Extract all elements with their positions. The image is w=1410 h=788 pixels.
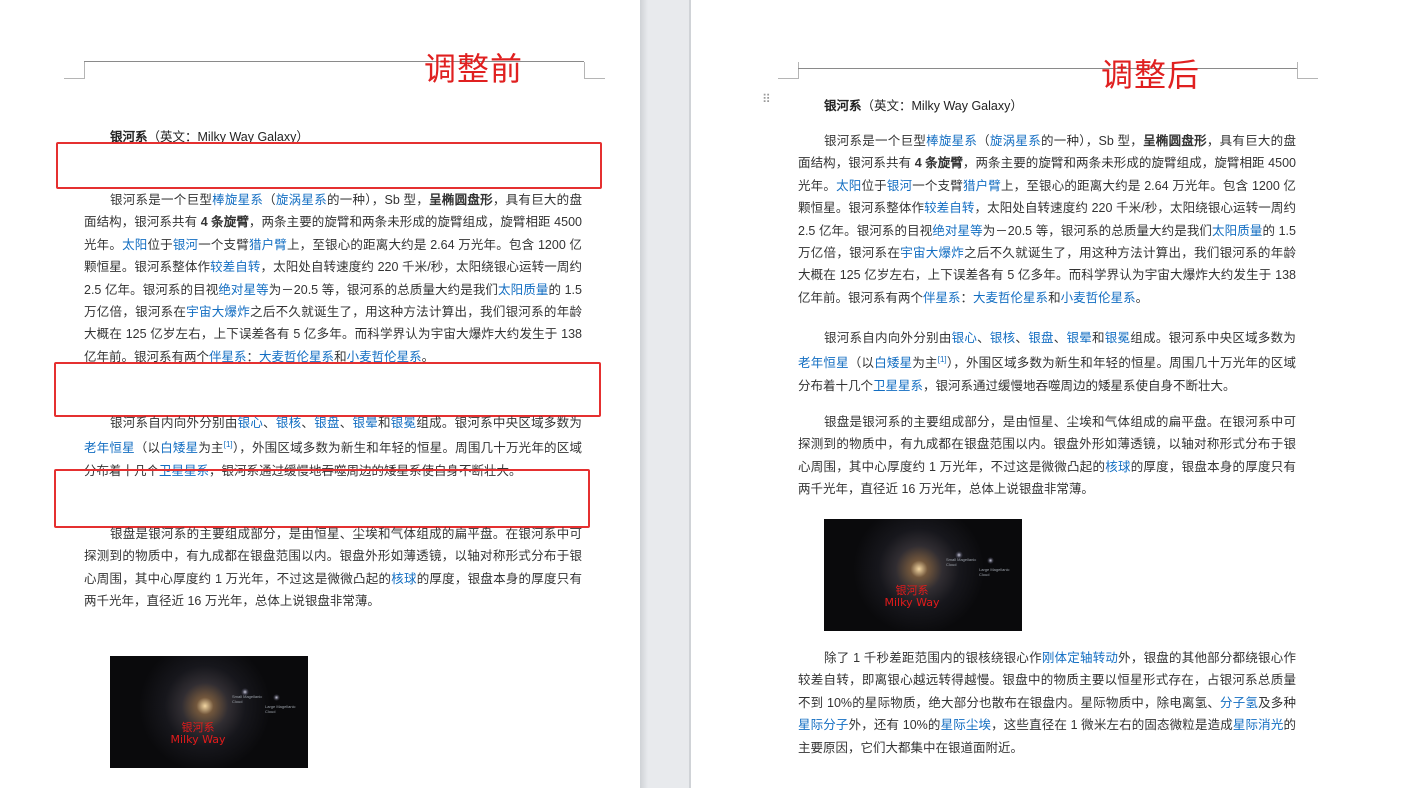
- page-separator: [640, 0, 691, 788]
- citation-superscript[interactable]: [1]: [224, 440, 233, 449]
- paragraph-1-r[interactable]: 银河系是一个巨型棒旋星系（旋涡星系的一种），Sb 型，呈椭圆盘形，具有巨大的盘面…: [798, 130, 1296, 309]
- hyperlink[interactable]: 小麦哲伦星系: [1061, 291, 1136, 305]
- drag-handle-icon[interactable]: ⠿: [762, 93, 771, 110]
- hyperlink[interactable]: 银心: [238, 416, 264, 430]
- highlight-box-3: [54, 469, 590, 528]
- label-before: 调整前: [424, 50, 524, 88]
- galaxy-image[interactable]: Small Magellanic Cloud Large Magellanic …: [110, 656, 308, 768]
- hyperlink[interactable]: 核球: [1105, 460, 1130, 474]
- hyperlink[interactable]: 星际尘埃: [941, 718, 992, 732]
- hyperlink[interactable]: 星际消光: [1233, 718, 1284, 732]
- hyperlink[interactable]: 银河: [887, 179, 912, 193]
- hyperlink[interactable]: 旋涡星系: [276, 193, 327, 207]
- hyperlink[interactable]: 银盘: [1028, 331, 1054, 345]
- hyperlink[interactable]: 太阳: [122, 238, 147, 252]
- magellanic-cloud-large: [273, 694, 280, 701]
- hyperlink[interactable]: 太阳质量: [498, 283, 548, 297]
- hyperlink[interactable]: 太阳: [836, 179, 861, 193]
- hyperlink[interactable]: 旋涡星系: [990, 134, 1041, 148]
- hyperlink[interactable]: 星际分子: [798, 718, 849, 732]
- bold-text: 4 条旋臂: [200, 215, 249, 230]
- paragraph-3-r[interactable]: 银盘是银河系的主要组成部分，是由恒星、尘埃和气体组成的扁平盘。在银河系中可探测到…: [798, 411, 1296, 501]
- paragraph-1[interactable]: 银河系是一个巨型棒旋星系（旋涡星系的一种），Sb 型，呈椭圆盘形，具有巨大的盘面…: [84, 189, 582, 368]
- highlight-box-2: [54, 362, 601, 417]
- hyperlink[interactable]: 银晕: [352, 416, 378, 430]
- margin-corner-top-left: [64, 62, 85, 79]
- hyperlink[interactable]: 卫星星系: [873, 379, 923, 393]
- margin-corner-top-right-r: [1297, 62, 1318, 79]
- hyperlink[interactable]: 银晕: [1066, 331, 1092, 345]
- hyperlink[interactable]: 猎户臂: [963, 179, 1001, 193]
- header-line-r: [798, 68, 1297, 69]
- image-caption-en: Milky Way: [170, 733, 226, 746]
- hyperlink[interactable]: 宇宙大爆炸: [900, 246, 964, 260]
- image-tiny-label-1: Small Magellanic Cloud: [232, 694, 263, 704]
- hyperlink[interactable]: 白矮星: [160, 442, 198, 456]
- hyperlink[interactable]: 太阳质量: [1212, 224, 1262, 238]
- image-tiny-label-1-r: Small Magellanic Cloud: [946, 557, 977, 567]
- galaxy-image-r[interactable]: Small Magellanic Cloud Large Magellanic …: [824, 519, 1022, 631]
- hyperlink[interactable]: 银核: [990, 331, 1016, 345]
- hyperlink[interactable]: 分子氢: [1220, 696, 1258, 710]
- hyperlink[interactable]: 银冕: [391, 416, 417, 430]
- hyperlink[interactable]: 棒旋星系: [212, 193, 263, 207]
- image-caption-en-r: Milky Way: [884, 596, 940, 609]
- paragraph-4-r[interactable]: 除了 1 千秒差距范围内的银核绕银心作刚体定轴转动外，银盘的其他部分都绕银心作较…: [798, 647, 1296, 759]
- hyperlink[interactable]: 银心: [952, 331, 978, 345]
- paragraph-3[interactable]: 银盘是银河系的主要组成部分，是由恒星、尘埃和气体组成的扁平盘。在银河系中可探测到…: [84, 523, 582, 613]
- hyperlink[interactable]: 伴星系: [923, 291, 961, 305]
- doc-heading-r[interactable]: 银河系（英文：Milky Way Galaxy）: [824, 95, 1023, 114]
- hyperlink[interactable]: 绝对星等: [218, 283, 268, 297]
- highlight-box-1: [56, 142, 602, 189]
- citation-superscript[interactable]: [1]: [938, 355, 947, 364]
- hyperlink[interactable]: 绝对星等: [932, 224, 982, 238]
- bold-text: 4 条旋臂: [914, 156, 963, 171]
- hyperlink[interactable]: 老年恒星: [798, 357, 849, 371]
- hyperlink[interactable]: 猎户臂: [249, 238, 287, 252]
- magellanic-cloud-large-r: [987, 557, 994, 564]
- hyperlink[interactable]: 银冕: [1105, 331, 1131, 345]
- hyperlink[interactable]: 较差自转: [924, 201, 974, 215]
- document-page-before: 调整前 银河系（英文：Milky Way Galaxy） 银河系是一个巨型棒旋星…: [0, 0, 640, 788]
- hyperlink[interactable]: 老年恒星: [84, 442, 135, 456]
- bold-text: 呈椭圆盘形: [1143, 134, 1207, 148]
- margin-corner-top-right: [584, 62, 605, 79]
- hyperlink[interactable]: 核球: [391, 572, 416, 586]
- image-tiny-label-2: Large Magellanic Cloud: [265, 704, 296, 714]
- image-caption-r: 银河系 Milky Way: [882, 585, 942, 609]
- hyperlink[interactable]: 银河: [173, 238, 198, 252]
- paragraph-2-r[interactable]: 银河系自内向外分别由银心、银核、银盘、银晕和银冕组成。银河系中央区域多数为老年恒…: [798, 327, 1296, 397]
- hyperlink[interactable]: 银核: [276, 416, 302, 430]
- hyperlink[interactable]: 白矮星: [874, 357, 912, 371]
- label-after: 调整后: [1101, 56, 1201, 94]
- document-page-after: 调整后 银河系（英文：Milky Way Galaxy） 银河系是一个巨型棒旋星…: [691, 0, 1410, 788]
- hyperlink[interactable]: 刚体定轴转动: [1042, 651, 1118, 665]
- image-caption: 银河系 Milky Way: [168, 722, 228, 746]
- hyperlink[interactable]: 大麦哲伦星系: [973, 291, 1048, 305]
- galaxy-glow: [130, 656, 280, 768]
- image-tiny-label-2-r: Large Magellanic Cloud: [979, 567, 1010, 577]
- hyperlink[interactable]: 银盘: [314, 416, 340, 430]
- hyperlink[interactable]: 宇宙大爆炸: [186, 305, 250, 319]
- bold-text: 呈椭圆盘形: [429, 193, 493, 207]
- galaxy-glow-r: [844, 519, 994, 631]
- hyperlink[interactable]: 棒旋星系: [926, 134, 977, 148]
- hyperlink[interactable]: 较差自转: [210, 260, 260, 274]
- margin-corner-top-left-r: [778, 62, 799, 79]
